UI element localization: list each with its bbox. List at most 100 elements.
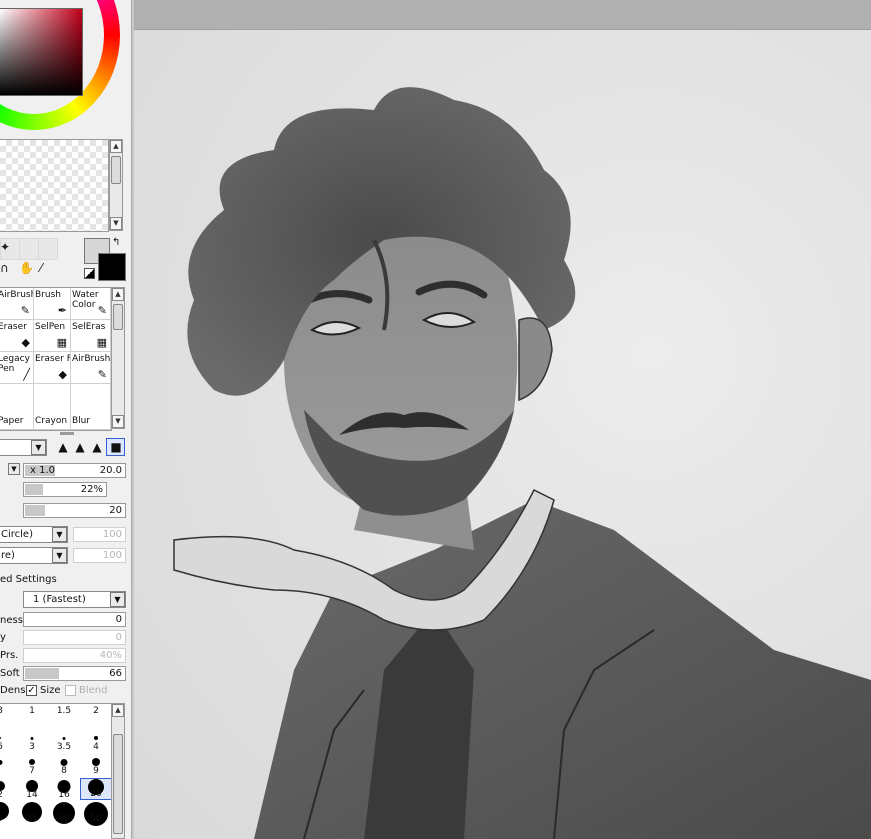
brush-shape-select[interactable]: ▼ — [0, 439, 47, 456]
paper-texture-value: Circle) — [1, 529, 33, 540]
size-preset-label: 7 — [29, 766, 35, 776]
paper-texture-select[interactable]: Circle) ▼ — [0, 526, 68, 543]
size-preset[interactable]: 14 — [16, 778, 48, 800]
magic-wand-icon[interactable]: ✦ — [0, 240, 10, 254]
scroll-thumb[interactable] — [111, 156, 121, 184]
reset-colors-icon[interactable] — [84, 268, 95, 279]
size-preset[interactable]: 7 — [16, 754, 48, 776]
brush-cell[interactable]: Paper — [0, 384, 34, 430]
density-slider[interactable]: 22% — [23, 482, 107, 497]
brush-cell[interactable]: Legacy Pen╱ — [0, 352, 34, 384]
size-multiplier-dropdown[interactable]: ▼ — [8, 463, 20, 475]
quality-select[interactable]: 1 (Fastest) ▼ — [23, 591, 126, 608]
size-preset-label: 8 — [0, 706, 16, 716]
size-preset[interactable]: 20 — [80, 778, 111, 800]
brush-label: AirBrush — [0, 290, 33, 300]
brush-label: SelEras — [72, 322, 106, 332]
seleras-icon: ▦ — [96, 336, 107, 349]
size-preset[interactable]: 0 — [0, 802, 16, 824]
size-preset-label: 4 — [93, 742, 99, 752]
scroll-up-icon[interactable]: ▲ — [110, 140, 122, 153]
brush-cell[interactable]: AirBrush ✎ — [0, 288, 34, 320]
size-preset[interactable]: 2 — [80, 706, 111, 728]
min-size-slider[interactable]: 20 — [23, 503, 126, 518]
swap-colors-icon[interactable]: ↰ — [112, 237, 120, 248]
coat-shape — [254, 500, 871, 839]
tip-sharp-icon[interactable]: ▲ — [55, 440, 71, 454]
size-preset[interactable]: 8 — [0, 706, 16, 728]
prs-soft-value: 66 — [109, 668, 122, 679]
drawing-canvas[interactable] — [134, 30, 871, 839]
brush-label: Paper — [0, 416, 24, 426]
advanced-settings-title: ed Settings — [0, 574, 57, 585]
preview-scrollbar[interactable]: ▲ ▼ — [109, 139, 123, 231]
brush-cell[interactable]: Water Color ✎ — [71, 288, 111, 320]
brush-label: Eraser — [0, 322, 27, 332]
brush-cell[interactable]: Blur — [71, 384, 111, 430]
size-field[interactable]: x 1.0 20.0 — [23, 463, 126, 478]
scroll-up-icon[interactable]: ▲ — [112, 704, 124, 717]
lasso-icon[interactable]: ∩ — [0, 261, 9, 275]
edge-hardness-slider[interactable]: 0 — [23, 612, 126, 627]
tip-flat-icon[interactable]: ■ — [108, 440, 124, 454]
chevron-down-icon[interactable]: ▼ — [52, 548, 67, 563]
size-preset[interactable]: 6 — [0, 730, 16, 752]
selpen-icon: ▦ — [56, 336, 67, 349]
size-checkbox[interactable]: ✓ — [26, 685, 37, 696]
prs-soft-slider[interactable]: 66 — [23, 666, 126, 681]
brush-cell[interactable]: Brush ✒ — [34, 288, 71, 320]
chevron-down-icon[interactable]: ▼ — [31, 440, 46, 455]
chevron-down-icon[interactable]: ▼ — [52, 527, 67, 542]
hand-icon[interactable]: ✋ — [19, 261, 34, 275]
tool-slot[interactable] — [38, 238, 58, 260]
scroll-up-icon[interactable]: ▲ — [112, 288, 124, 301]
size-preset[interactable]: 40 — [48, 802, 80, 824]
brush-size-presets: 8 1 1.5 2 6 3 3.5 4 7 8 9 2 14 16 20 0 25 40 50 — [0, 703, 112, 839]
max-prs-value: 40% — [99, 650, 122, 661]
brush-cell[interactable]: Eraser F ◆ — [34, 352, 71, 384]
size-preset[interactable]: 16 — [48, 778, 80, 800]
chevron-down-icon[interactable]: ▼ — [110, 592, 125, 607]
splitter-handle[interactable] — [60, 432, 74, 435]
tool-slot[interactable] — [19, 238, 39, 260]
size-grid-scrollbar[interactable]: ▲ — [111, 703, 125, 839]
brush-cell[interactable]: SelEras ▦ — [71, 320, 111, 352]
blend-checkbox[interactable] — [65, 685, 76, 696]
size-preset-label: 40 — [58, 814, 70, 824]
brush-texture-select[interactable]: re) ▼ — [0, 547, 68, 564]
brush-cell[interactable]: Crayon — [34, 384, 71, 430]
background-color-swatch[interactable] — [98, 253, 126, 281]
size-preset[interactable]: 1.5 — [48, 706, 80, 728]
size-preset[interactable]: 25 — [16, 802, 48, 824]
brush-cell[interactable]: SelPen ▦ — [34, 320, 71, 352]
brush-cell[interactable]: Eraser ◆ — [0, 320, 34, 352]
eyedropper-icon[interactable]: ⁄ — [40, 261, 42, 275]
size-preset-label: 50 — [90, 814, 102, 824]
size-preset-label: 3.5 — [56, 742, 72, 752]
brush-cell[interactable]: AirBrush ✎ — [71, 352, 111, 384]
texture-strength-value: 100 — [102, 550, 122, 561]
navigator-preview — [0, 139, 109, 232]
scroll-down-icon[interactable]: ▼ — [112, 415, 124, 428]
size-preset[interactable] — [0, 754, 16, 776]
scroll-thumb[interactable] — [113, 304, 123, 330]
size-preset[interactable]: 3 — [16, 730, 48, 752]
size-preset[interactable]: 1 — [16, 706, 48, 728]
edge-hardness-label: ness — [0, 615, 23, 626]
size-preset[interactable]: 8 — [48, 754, 80, 776]
scroll-down-icon[interactable]: ▼ — [110, 217, 122, 230]
size-preset-label: 16 — [58, 790, 70, 800]
scroll-thumb[interactable] — [113, 734, 123, 834]
size-dot-icon — [94, 736, 98, 740]
size-preset[interactable]: 50 — [80, 802, 111, 826]
size-preset[interactable]: 9 — [80, 754, 111, 776]
brush-grid-scrollbar[interactable]: ▲ ▼ — [111, 287, 125, 429]
tip-round-icon[interactable]: ▲ — [89, 440, 105, 454]
size-preset[interactable]: 2 — [0, 778, 16, 800]
size-preset-label: 2 — [0, 790, 16, 800]
size-preset[interactable]: 4 — [80, 730, 111, 752]
size-preset-label: 2 — [93, 706, 99, 716]
saturation-value-square[interactable] — [0, 8, 83, 96]
size-preset[interactable]: 3.5 — [48, 730, 80, 752]
tip-medium-icon[interactable]: ▲ — [72, 440, 88, 454]
